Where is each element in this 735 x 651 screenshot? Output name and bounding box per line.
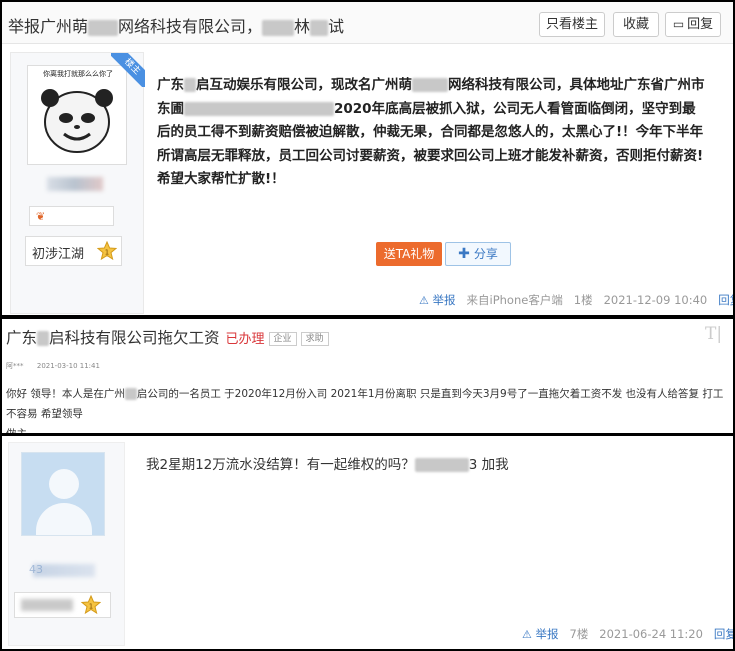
report-link[interactable]: 举报 xyxy=(433,293,456,307)
complaint-time: 2021-03-10 11:41 xyxy=(36,362,100,370)
post-footer: ⚠ 举报 来自iPhone客户端 1楼 2021-12-09 10:40 回复 xyxy=(419,292,733,308)
complaint-panel: 广东 启科技有限公司拖欠工资 已办理 企业 求助 T| 阿*** 2021-03-10 … xyxy=(2,319,733,433)
only-op-button[interactable]: 只看楼主 xyxy=(539,12,605,37)
username-hint: 43 xyxy=(29,563,43,576)
complaint-meta: 阿*** 2021-03-10 11:41 xyxy=(6,361,100,371)
post-time: 2021-12-09 10:40 xyxy=(603,293,708,307)
thread-title-bar: 举报广州萌 网络科技有限公司，林试 只看楼主 收藏 ▭ 回复 xyxy=(2,2,733,44)
favorite-button[interactable]: 收藏 xyxy=(613,12,659,37)
share-button[interactable]: ✚ 分享 xyxy=(445,242,511,266)
thread-title: 举报广州萌 网络科技有限公司，林试 xyxy=(8,17,345,36)
redacted-text xyxy=(184,101,334,116)
post-panel-1: 举报广州萌 网络科技有限公司，林试 只看楼主 收藏 ▭ 回复 你离我打就那么么你了 … xyxy=(2,2,733,315)
redacted-text xyxy=(310,19,329,36)
default-avatar[interactable] xyxy=(21,452,105,536)
redacted-text xyxy=(414,458,469,472)
warning-icon: ⚠ xyxy=(419,294,429,307)
post-body: 广东 启互动娱乐有限公司，现改名广州萌 网络科技有限公司，具体地址广东省广州市 东圃… xyxy=(157,77,705,187)
svg-text:1: 1 xyxy=(105,249,109,257)
author-sidebar: 43 1 xyxy=(8,442,125,646)
status-label: 已办理 xyxy=(225,332,265,347)
redacted-text xyxy=(124,388,137,400)
reply-link[interactable]: 回复 xyxy=(718,293,733,307)
post-body: 我2星期12万流水没结算！有一起维权的吗？ 3 加我 xyxy=(146,457,509,473)
redacted-text xyxy=(262,19,295,36)
post-time: 2021-06-24 11:20 xyxy=(599,627,703,641)
lungs-icon: ❦ xyxy=(36,210,46,223)
site-logo: T| xyxy=(705,324,723,344)
report-link[interactable]: 举报 xyxy=(536,627,559,641)
author-name: 阿*** xyxy=(6,362,24,370)
redacted-text xyxy=(88,19,119,36)
send-gift-button[interactable]: 送TA礼物 xyxy=(376,242,442,266)
op-badge: 楼主 xyxy=(111,53,145,87)
floor-number: 1楼 xyxy=(573,293,593,307)
user-level[interactable]: 初涉江湖 1 xyxy=(25,236,122,266)
level-star-icon: 1 xyxy=(81,595,101,615)
reply-button[interactable]: ▭ 回复 xyxy=(665,12,721,37)
tag-help[interactable]: 求助 xyxy=(300,332,329,346)
reply-link[interactable]: 回复 xyxy=(714,627,733,641)
warning-icon: ⚠ xyxy=(522,628,532,641)
post-footer: ⚠ 举报 7楼 2021-06-24 11:20 回复 xyxy=(522,626,733,642)
user-level[interactable]: 1 xyxy=(14,592,111,618)
username-redacted[interactable] xyxy=(47,177,103,191)
complaint-title: 广东 启科技有限公司拖欠工资 已办理 企业 求助 xyxy=(6,326,329,348)
client-source: 来自iPhone客户端 xyxy=(466,293,563,307)
post-panel-7: 43 1 我2星期12万流水没结算！有一起维权的吗？ 3 加我 ⚠ 举报 7楼 2… xyxy=(2,436,733,649)
complaint-body: 你好 领导！本人是在广州 启公司的一名员工 于2020年12月份入司 2021年1… xyxy=(6,388,724,433)
tag-enterprise[interactable]: 企业 xyxy=(268,332,297,346)
plus-icon: ✚ xyxy=(458,246,470,262)
medal-box: ❦ xyxy=(29,206,114,226)
redacted-text xyxy=(184,78,196,92)
floor-number: 7楼 xyxy=(569,627,589,641)
author-sidebar: 你离我打就那么么你了 楼主 ❦ 初涉江湖 1 xyxy=(10,52,145,314)
level-star-icon: 1 xyxy=(97,241,117,261)
redacted-text xyxy=(412,78,448,92)
comment-icon: ▭ xyxy=(672,17,685,31)
svg-text:1: 1 xyxy=(89,603,93,611)
panda-meme-image xyxy=(41,89,113,153)
redacted-text xyxy=(37,331,50,346)
redacted-text xyxy=(21,599,73,611)
